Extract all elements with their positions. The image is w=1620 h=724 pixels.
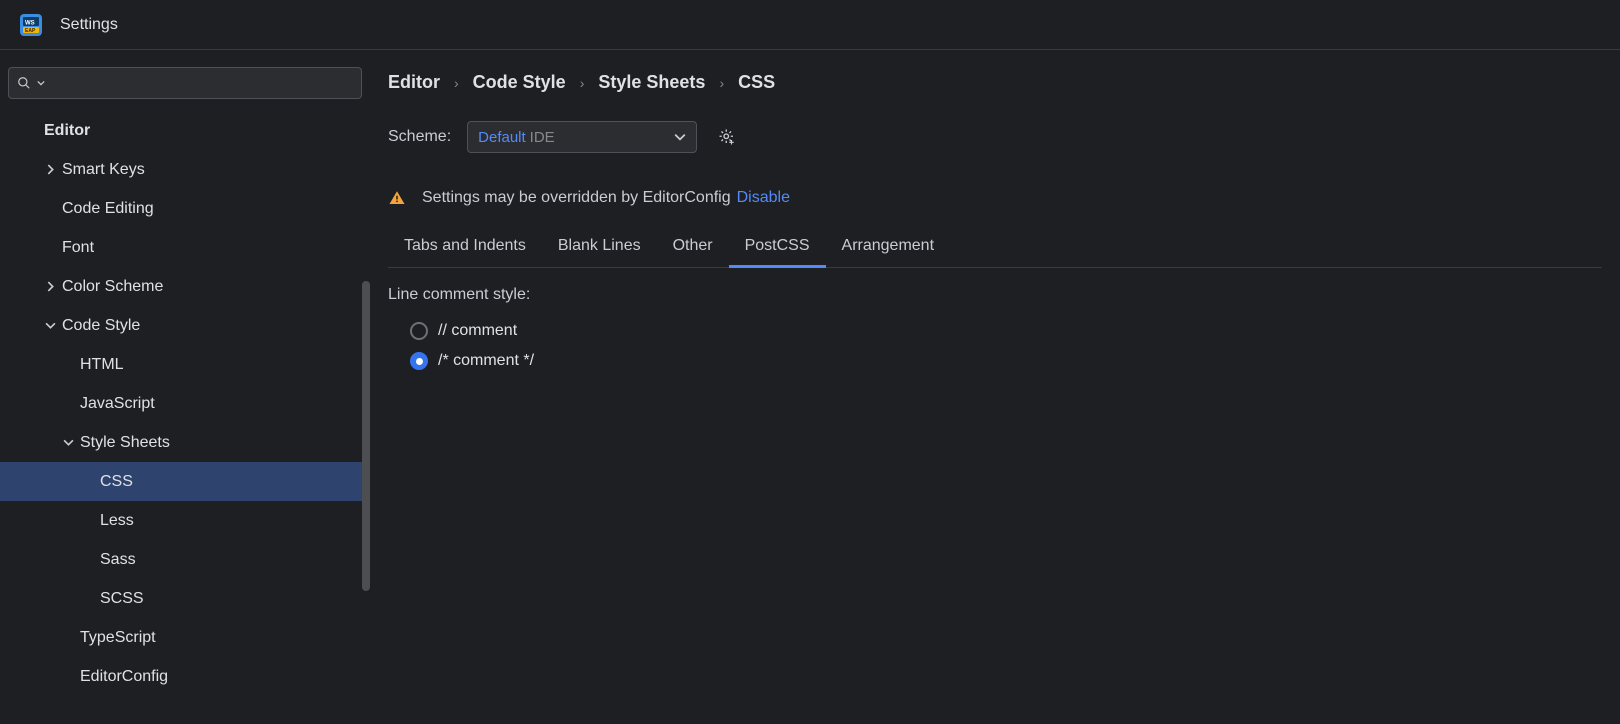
scheme-settings-button[interactable] bbox=[713, 123, 741, 151]
tree-item-javascript[interactable]: JavaScript bbox=[0, 384, 370, 423]
warning-icon bbox=[388, 189, 406, 207]
window-title: Settings bbox=[60, 16, 118, 34]
chevron-right-icon: › bbox=[454, 75, 459, 91]
tree-item-code-editing[interactable]: Code Editing bbox=[0, 189, 370, 228]
tree-item-label: JavaScript bbox=[80, 395, 155, 413]
tree-item-smart-keys[interactable]: Smart Keys bbox=[0, 150, 370, 189]
scheme-value: Default bbox=[478, 129, 526, 146]
scheme-label: Scheme: bbox=[388, 128, 451, 146]
tree-item-label: Less bbox=[100, 512, 134, 530]
warning-row: Settings may be overridden by EditorConf… bbox=[388, 189, 1602, 207]
radio-icon[interactable] bbox=[410, 352, 428, 370]
chevron-right-icon[interactable] bbox=[42, 279, 58, 295]
svg-text:EAP: EAP bbox=[25, 27, 36, 33]
tab-blank-lines[interactable]: Blank Lines bbox=[542, 229, 657, 268]
app-logo-icon: WS EAP bbox=[20, 14, 42, 36]
tab-postcss[interactable]: PostCSS bbox=[729, 229, 826, 268]
chevron-down-icon[interactable] bbox=[60, 435, 76, 451]
radio-icon[interactable] bbox=[410, 322, 428, 340]
tree-item-label: Editor bbox=[44, 122, 90, 140]
main-panel: Editor › Code Style › Style Sheets › CSS Schem… bbox=[370, 50, 1620, 724]
tree-item-html[interactable]: HTML bbox=[0, 345, 370, 384]
disable-link[interactable]: Disable bbox=[737, 189, 790, 207]
scheme-suffix: IDE bbox=[530, 129, 555, 146]
tab-other[interactable]: Other bbox=[657, 229, 729, 268]
radio-label: /* comment */ bbox=[438, 352, 534, 370]
scrollbar-thumb[interactable] bbox=[362, 281, 370, 591]
sidebar: Editor Smart Keys Code Editing Font Color Sc… bbox=[0, 50, 370, 724]
line-comment-style-label: Line comment style: bbox=[388, 286, 1602, 304]
tree-item-less[interactable]: Less bbox=[0, 501, 370, 540]
radio-option-1[interactable]: /* comment */ bbox=[388, 346, 1602, 376]
tree-item-sass[interactable]: Sass bbox=[0, 540, 370, 579]
tree-item-label: TypeScript bbox=[80, 629, 156, 647]
tree-item-scss[interactable]: SCSS bbox=[0, 579, 370, 618]
tree-item-label: Color Scheme bbox=[62, 278, 163, 296]
tree-item-label: Style Sheets bbox=[80, 434, 170, 452]
chevron-right-icon[interactable] bbox=[42, 162, 58, 178]
titlebar: WS EAP Settings bbox=[0, 0, 1620, 50]
postcss-pane: Line comment style: // comment /* comment… bbox=[388, 268, 1602, 376]
tree-item-label: Code Editing bbox=[62, 200, 154, 218]
tree-item-font[interactable]: Font bbox=[0, 228, 370, 267]
chevron-right-icon: › bbox=[719, 75, 724, 91]
scheme-dropdown[interactable]: Default IDE bbox=[467, 121, 697, 153]
tree-item-editorconfig[interactable]: EditorConfig bbox=[0, 657, 370, 696]
search-input[interactable] bbox=[51, 75, 353, 91]
breadcrumb-segment: CSS bbox=[738, 72, 775, 93]
tree-item-typescript[interactable]: TypeScript bbox=[0, 618, 370, 657]
warning-text: Settings may be overridden by EditorConf… bbox=[422, 189, 731, 207]
scheme-row: Scheme: Default IDE bbox=[388, 121, 1602, 153]
tree-item-label: Font bbox=[62, 239, 94, 257]
tree-item-label: Smart Keys bbox=[62, 161, 145, 179]
radio-option-0[interactable]: // comment bbox=[388, 316, 1602, 346]
tree-item-color-scheme[interactable]: Color Scheme bbox=[0, 267, 370, 306]
tree-item-label: Sass bbox=[100, 551, 136, 569]
breadcrumb-segment[interactable]: Editor bbox=[388, 72, 440, 93]
chevron-down-icon bbox=[37, 79, 45, 87]
chevron-down-icon[interactable] bbox=[42, 318, 58, 334]
tabs: Tabs and IndentsBlank LinesOtherPostCSSA… bbox=[388, 229, 1602, 268]
settings-tree: Editor Smart Keys Code Editing Font Color Sc… bbox=[0, 111, 370, 724]
tree-item-label: HTML bbox=[80, 356, 124, 374]
tree-item-css[interactable]: CSS bbox=[0, 462, 370, 501]
tab-arrangement[interactable]: Arrangement bbox=[826, 229, 951, 268]
tree-item-editor[interactable]: Editor bbox=[0, 111, 370, 150]
breadcrumb-segment[interactable]: Code Style bbox=[473, 72, 566, 93]
tree-item-code-style[interactable]: Code Style bbox=[0, 306, 370, 345]
tab-tabs-and-indents[interactable]: Tabs and Indents bbox=[388, 229, 542, 268]
chevron-down-icon bbox=[674, 131, 686, 143]
search-input-container[interactable] bbox=[8, 67, 362, 99]
tree-item-label: EditorConfig bbox=[80, 668, 168, 686]
tree-item-label: Code Style bbox=[62, 317, 140, 335]
tree-item-label: CSS bbox=[100, 473, 133, 491]
chevron-right-icon: › bbox=[580, 75, 585, 91]
breadcrumb-segment[interactable]: Style Sheets bbox=[598, 72, 705, 93]
search-icon bbox=[17, 76, 31, 90]
breadcrumb: Editor › Code Style › Style Sheets › CSS bbox=[388, 72, 1602, 93]
tree-item-label: SCSS bbox=[100, 590, 144, 608]
radio-label: // comment bbox=[438, 322, 517, 340]
svg-text:WS: WS bbox=[25, 20, 35, 26]
tree-item-style-sheets[interactable]: Style Sheets bbox=[0, 423, 370, 462]
gear-icon bbox=[718, 128, 736, 146]
